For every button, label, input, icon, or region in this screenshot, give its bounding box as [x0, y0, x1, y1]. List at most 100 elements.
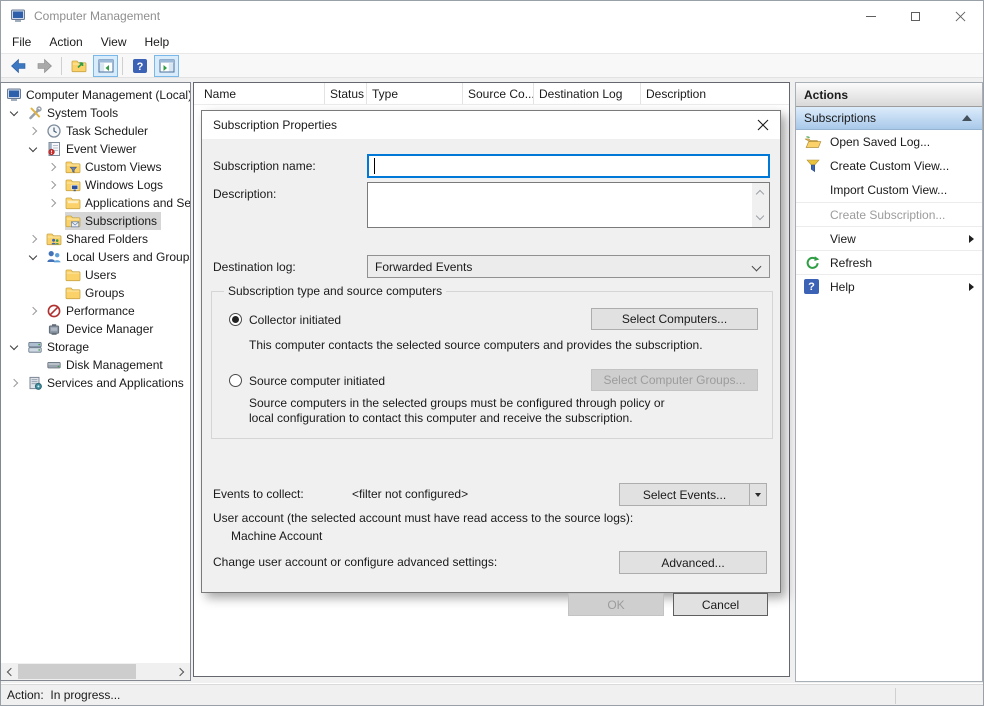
tree-item-subscriptions[interactable]: Subscriptions	[1, 212, 190, 230]
menu-help[interactable]: Help	[136, 31, 179, 53]
menu-view[interactable]: View	[92, 31, 136, 53]
disk-icon	[46, 357, 62, 373]
scroll-up-icon[interactable]	[756, 190, 764, 198]
expander[interactable]	[27, 236, 46, 242]
folder-screen-icon	[65, 177, 81, 193]
tree-item-shared-folders[interactable]: Shared Folders	[1, 230, 190, 248]
subscription-type-groupbox: Subscription type and source computers C…	[211, 291, 773, 439]
expander[interactable]	[27, 256, 46, 259]
select-events-dropdown-button[interactable]	[749, 483, 767, 506]
scroll-down-icon[interactable]	[756, 212, 764, 220]
expander[interactable]	[8, 380, 27, 386]
tree-item-groups[interactable]: Groups	[1, 284, 190, 302]
column-header-name[interactable]: Name	[194, 83, 325, 104]
advanced-button[interactable]: Advanced...	[619, 551, 767, 574]
tree-item-custom-views[interactable]: Custom Views	[1, 158, 190, 176]
actions-group-subscriptions[interactable]: Subscriptions	[796, 107, 982, 130]
collector-initiated-radio[interactable]	[229, 313, 242, 326]
help-button[interactable]	[127, 55, 152, 77]
collapse-up-icon[interactable]	[962, 115, 972, 121]
subscription-properties-dialog: Subscription Properties Subscription nam…	[201, 110, 781, 593]
tree-item-event-viewer[interactable]: Event Viewer	[1, 140, 190, 158]
tree-item-storage[interactable]: Storage	[1, 338, 190, 356]
scroll-left-button[interactable]	[1, 663, 18, 680]
export-list-button[interactable]	[66, 55, 91, 77]
minimize-button[interactable]	[848, 1, 893, 31]
tree-item-computer-management[interactable]: Computer Management (Local)	[1, 86, 190, 104]
action-refresh[interactable]: Refresh	[796, 250, 982, 274]
computer-icon	[6, 87, 22, 103]
menu-bar: File Action View Help	[1, 31, 983, 53]
source-initiated-radio[interactable]	[229, 374, 242, 387]
tools-icon	[27, 105, 43, 121]
close-button[interactable]	[938, 1, 983, 31]
action-view[interactable]: View	[796, 226, 982, 250]
tree-item-disk-management[interactable]: Disk Management	[1, 356, 190, 374]
chevron-down-icon	[10, 341, 18, 349]
tree-item-users[interactable]: Users	[1, 266, 190, 284]
subscription-name-input[interactable]	[367, 154, 770, 178]
open-folder-icon	[804, 134, 822, 150]
destination-log-label: Destination log:	[213, 260, 296, 275]
show-console-tree-button[interactable]	[93, 55, 118, 77]
collector-description: This computer contacts the selected sour…	[249, 338, 703, 353]
description-textarea[interactable]	[367, 182, 770, 228]
dialog-close-button[interactable]	[746, 111, 780, 139]
column-header-description[interactable]: Description	[641, 83, 789, 104]
tree-item-services-applications[interactable]: Services and Applications	[1, 374, 190, 392]
column-header-type[interactable]: Type	[367, 83, 463, 104]
textarea-scrollbar[interactable]	[752, 183, 769, 227]
expander[interactable]	[46, 164, 65, 170]
expander[interactable]	[8, 346, 27, 349]
tree-item-performance[interactable]: Performance	[1, 302, 190, 320]
chevron-left-icon	[7, 667, 15, 675]
select-events-button[interactable]: Select Events...	[619, 483, 749, 506]
source-initiated-label[interactable]: Source computer initiated	[249, 374, 385, 389]
back-button[interactable]	[5, 55, 30, 77]
expander[interactable]	[27, 148, 46, 151]
storage-icon	[27, 339, 43, 355]
action-help[interactable]: Help	[796, 274, 982, 298]
tree-item-applications-services-logs[interactable]: Applications and Services Logs	[1, 194, 190, 212]
tree-horizontal-scrollbar[interactable]	[1, 663, 190, 680]
forward-button[interactable]	[32, 55, 57, 77]
title-bar: Computer Management	[1, 1, 983, 31]
menu-file[interactable]: File	[3, 31, 40, 53]
select-computers-button[interactable]: Select Computers...	[591, 308, 758, 330]
action-create-custom-view[interactable]: Create Custom View...	[796, 154, 982, 178]
tree-item-system-tools[interactable]: System Tools	[1, 104, 190, 122]
scrollbar-thumb[interactable]	[18, 664, 136, 679]
menu-action[interactable]: Action	[40, 31, 91, 53]
user-account-label: User account (the selected account must …	[213, 511, 633, 526]
action-import-custom-view[interactable]: Import Custom View...	[796, 178, 982, 202]
chevron-right-icon	[29, 307, 37, 315]
expander[interactable]	[27, 128, 46, 134]
chevron-right-icon	[48, 181, 56, 189]
expander[interactable]	[46, 200, 65, 206]
cancel-button[interactable]: Cancel	[673, 593, 768, 616]
expander[interactable]	[27, 308, 46, 314]
event-log-icon	[46, 141, 62, 157]
destination-log-dropdown[interactable]: Forwarded Events	[367, 255, 770, 278]
user-account-value: Machine Account	[231, 529, 322, 544]
list-header: Name Status Type Source Co... Destinatio…	[194, 83, 789, 105]
dialog-title-bar[interactable]: Subscription Properties	[202, 111, 780, 139]
console-tree-pane: Computer Management (Local) System Tools…	[0, 82, 191, 681]
action-open-saved-log[interactable]: Open Saved Log...	[796, 130, 982, 154]
tree-item-task-scheduler[interactable]: Task Scheduler	[1, 122, 190, 140]
show-action-pane-button[interactable]	[154, 55, 179, 77]
column-header-destination-log[interactable]: Destination Log	[534, 83, 641, 104]
column-header-source-computers[interactable]: Source Co...	[463, 83, 534, 104]
folder-icon	[65, 285, 81, 301]
column-header-status[interactable]: Status	[325, 83, 367, 104]
expander[interactable]	[46, 182, 65, 188]
chevron-down-icon	[752, 262, 762, 272]
tree-item-local-users-groups[interactable]: Local Users and Groups	[1, 248, 190, 266]
collector-initiated-label[interactable]: Collector initiated	[249, 313, 341, 328]
dialog-title: Subscription Properties	[213, 118, 337, 132]
tree-item-windows-logs[interactable]: Windows Logs	[1, 176, 190, 194]
expander[interactable]	[8, 112, 27, 115]
tree-item-device-manager[interactable]: Device Manager	[1, 320, 190, 338]
maximize-button[interactable]	[893, 1, 938, 31]
scroll-right-button[interactable]	[173, 663, 190, 680]
